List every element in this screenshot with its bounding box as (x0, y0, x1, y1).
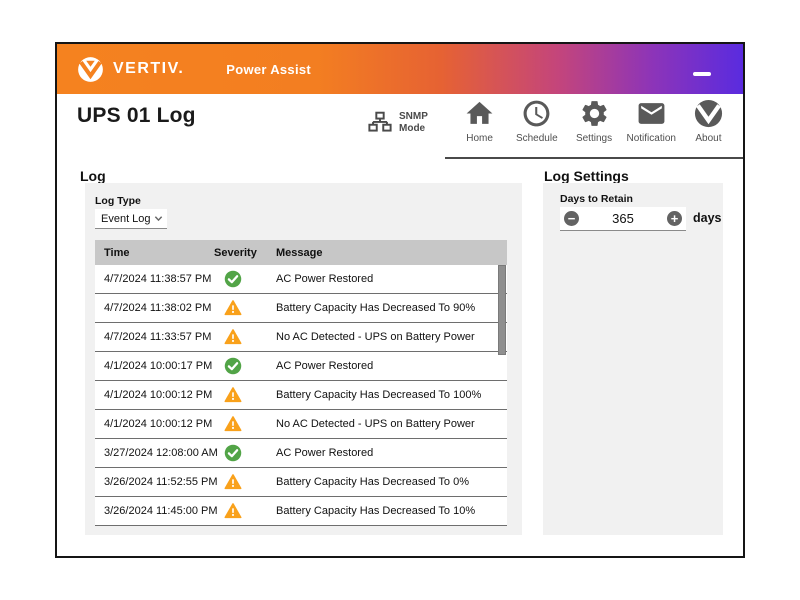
nav-item-settings[interactable]: Settings (565, 96, 622, 157)
table-row: 4/1/2024 10:00:17 PM AC Power Restored (95, 352, 507, 381)
row-message: AC Power Restored (267, 447, 507, 459)
nav-label: About (695, 133, 721, 144)
table-row: 3/26/2024 11:52:55 PM Battery Capacity H… (95, 468, 507, 497)
brand-name: VERTIV. (113, 60, 184, 78)
row-message: Battery Capacity Has Decreased To 10% (267, 505, 507, 517)
row-severity (205, 270, 267, 288)
row-severity (205, 328, 267, 346)
success-icon (224, 357, 242, 375)
row-time: 4/7/2024 11:38:02 PM (95, 302, 205, 314)
network-topology-icon (367, 110, 393, 136)
minimize-button[interactable] (693, 72, 711, 76)
table-row: 4/7/2024 11:33:57 PM No AC Detected - UP… (95, 323, 507, 352)
row-message: Battery Capacity Has Decreased To 90% (267, 302, 507, 314)
days-to-retain-label: Days to Retain (560, 193, 633, 205)
log-table-header: Time Severity Message (95, 240, 507, 265)
row-time: 3/26/2024 11:52:55 PM (95, 476, 205, 488)
nav-item-home[interactable]: Home (451, 96, 508, 157)
row-time: 4/1/2024 10:00:12 PM (95, 418, 205, 430)
vertiv-logo-icon (693, 98, 724, 129)
titlebar: VERTIV. Power Assist (57, 44, 743, 94)
chevron-down-icon (154, 214, 163, 223)
row-time: 4/7/2024 11:33:57 PM (95, 331, 205, 343)
nav-item-about[interactable]: About (680, 96, 737, 157)
warning-icon (224, 299, 242, 317)
nav-item-schedule[interactable]: Schedule (508, 96, 565, 157)
log-table: Time Severity Message 4/7/2024 11:38:57 … (95, 240, 507, 526)
home-icon (464, 98, 495, 129)
page-title: UPS 01 Log (77, 104, 196, 128)
log-type-label: Log Type (95, 195, 141, 207)
row-time: 3/26/2024 11:45:00 PM (95, 505, 205, 517)
nav-label: Settings (576, 133, 612, 144)
column-header-severity: Severity (205, 247, 267, 259)
log-table-body: 4/7/2024 11:38:57 PM AC Power Restored4/… (95, 265, 507, 526)
column-header-message: Message (267, 247, 507, 259)
row-message: No AC Detected - UPS on Battery Power (267, 331, 507, 343)
row-message: No AC Detected - UPS on Battery Power (267, 418, 507, 430)
app-name: Power Assist (226, 62, 311, 77)
table-row: 4/1/2024 10:00:12 PM No AC Detected - UP… (95, 410, 507, 439)
increment-button[interactable]: + (667, 211, 682, 226)
table-row: 4/1/2024 10:00:12 PM Battery Capacity Ha… (95, 381, 507, 410)
nav-label: Notification (626, 133, 675, 144)
row-message: AC Power Restored (267, 360, 507, 372)
warning-icon (224, 386, 242, 404)
nav-item-notification[interactable]: Notification (623, 96, 680, 157)
row-severity (205, 357, 267, 375)
app-window: VERTIV. Power Assist UPS 01 Log SNMP Mod… (55, 42, 745, 558)
main-nav: Home Schedule Settings Notification (445, 96, 743, 159)
snmp-mode-label: SNMP Mode (399, 111, 428, 136)
clock-icon (521, 98, 552, 129)
log-type-value: Event Log (101, 213, 151, 225)
success-icon (224, 270, 242, 288)
row-time: 4/7/2024 11:38:57 PM (95, 273, 205, 285)
row-message: AC Power Restored (267, 273, 507, 285)
row-severity (205, 502, 267, 520)
table-row: 3/26/2024 11:45:00 PM Battery Capacity H… (95, 497, 507, 526)
log-section-title: Log (80, 168, 106, 184)
log-panel: Log Type Event Log Time Severity Message… (85, 183, 522, 535)
envelope-icon (636, 98, 667, 129)
row-severity (205, 444, 267, 462)
nav-label: Home (466, 133, 493, 144)
row-severity (205, 299, 267, 317)
days-to-retain-stepper: − 365 + (560, 207, 686, 231)
table-row: 3/27/2024 12:08:00 AM AC Power Restored (95, 439, 507, 468)
row-severity (205, 415, 267, 433)
row-time: 3/27/2024 12:08:00 AM (95, 447, 205, 459)
log-type-select[interactable]: Event Log (95, 209, 167, 229)
table-row: 4/7/2024 11:38:02 PM Battery Capacity Ha… (95, 294, 507, 323)
column-header-time: Time (95, 247, 205, 259)
warning-icon (224, 502, 242, 520)
nav-label: Schedule (516, 133, 558, 144)
log-settings-panel: Days to Retain − 365 + days (543, 183, 723, 535)
row-time: 4/1/2024 10:00:17 PM (95, 360, 205, 372)
warning-icon (224, 473, 242, 491)
row-severity (205, 386, 267, 404)
warning-icon (224, 328, 242, 346)
row-message: Battery Capacity Has Decreased To 100% (267, 389, 507, 401)
snmp-mode-indicator: SNMP Mode (367, 110, 428, 136)
days-to-retain-value[interactable]: 365 (612, 211, 634, 226)
table-row: 4/7/2024 11:38:57 PM AC Power Restored (95, 265, 507, 294)
vertiv-logo-icon (77, 56, 104, 83)
gear-icon (579, 98, 610, 129)
warning-icon (224, 415, 242, 433)
success-icon (224, 444, 242, 462)
table-scrollbar-thumb[interactable] (498, 265, 506, 355)
days-unit-label: days (693, 211, 722, 225)
row-time: 4/1/2024 10:00:12 PM (95, 389, 205, 401)
row-severity (205, 473, 267, 491)
decrement-button[interactable]: − (564, 211, 579, 226)
desktop: { "window": { "minimize": "minimize" }, … (0, 0, 800, 600)
row-message: Battery Capacity Has Decreased To 0% (267, 476, 507, 488)
log-settings-title: Log Settings (544, 168, 629, 184)
